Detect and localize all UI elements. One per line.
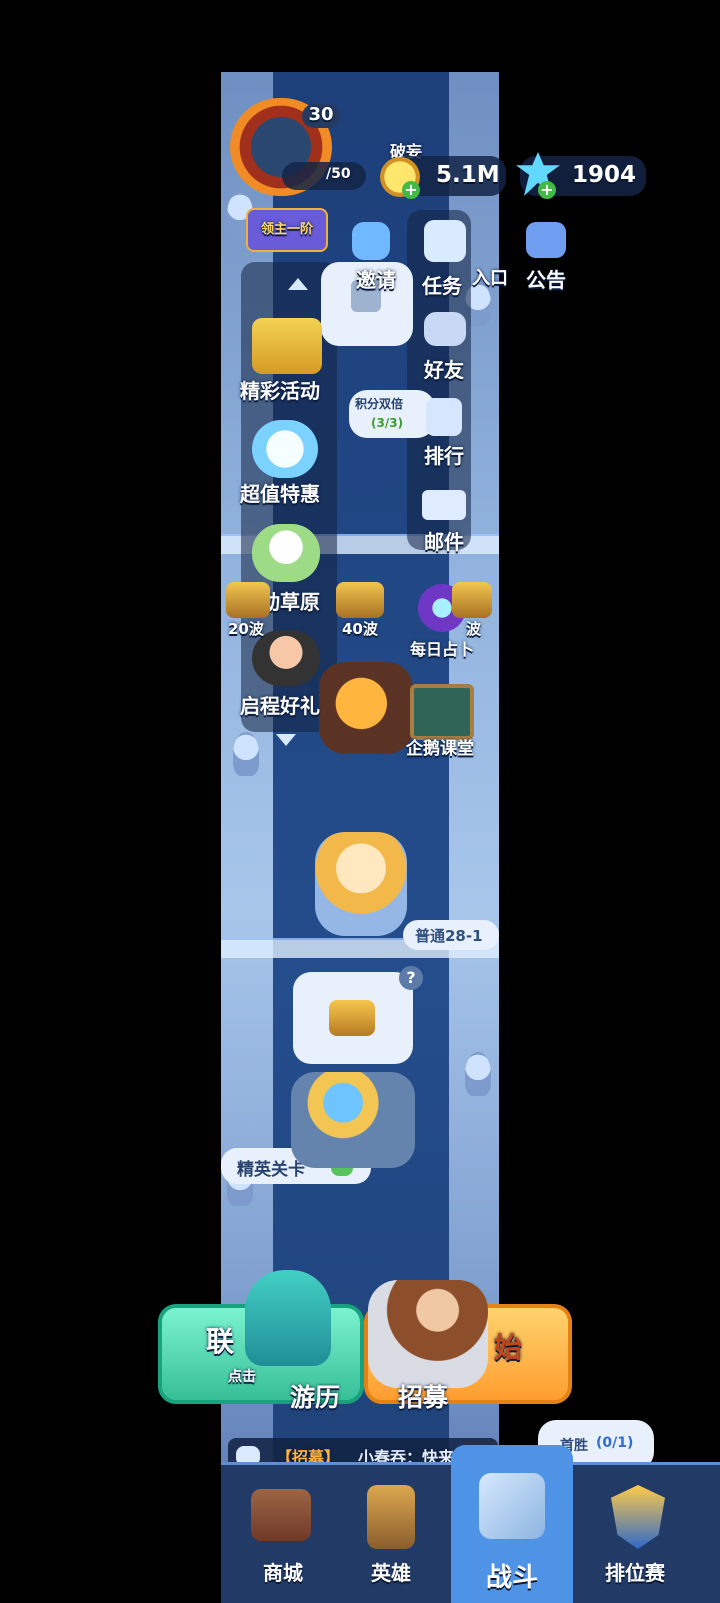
bottom-nav: 商城 英雄 战斗 排位赛 <box>221 1445 720 1603</box>
announcement-label: 公告 <box>526 268 566 292</box>
battle-swords-icon <box>479 1473 545 1539</box>
ranking-label: 排行 <box>424 444 464 468</box>
nav-hero[interactable]: 英雄 <box>339 1465 443 1603</box>
entrance-label: 入口 <box>472 268 508 289</box>
chest-icon <box>329 1000 375 1036</box>
shop-icon <box>251 1489 311 1541</box>
clock-icon[interactable] <box>252 420 318 478</box>
nav-ranked[interactable]: 排位赛 <box>583 1465 687 1603</box>
travel-label: 游历 <box>290 1383 341 1412</box>
zombie-miner-sprite <box>291 1072 415 1168</box>
wave-40-label: 40波 <box>342 620 378 638</box>
nav-shop[interactable]: 商城 <box>231 1465 335 1603</box>
invite-icon[interactable] <box>352 222 390 260</box>
nav-shop-label: 商城 <box>263 1561 303 1585</box>
invite-label: 邀请 <box>356 268 396 292</box>
mail-icon[interactable] <box>422 490 466 520</box>
wave-chest-40[interactable] <box>336 582 384 618</box>
daily-divination-label: 每日占卜 <box>410 640 475 659</box>
mail-label: 邮件 <box>424 530 464 554</box>
bargain-label: 超值特惠 <box>240 482 320 506</box>
chest-bubble[interactable]: ? <box>293 966 423 1064</box>
menu-up-arrow-icon[interactable] <box>288 278 308 290</box>
events-chest-icon[interactable] <box>252 318 322 374</box>
exp-text: /50 <box>326 166 351 182</box>
ranking-icon[interactable] <box>426 398 462 436</box>
wave-20-label: 20波 <box>228 620 264 638</box>
start-label: 始 <box>494 1331 523 1364</box>
announcement-icon[interactable] <box>526 222 566 258</box>
nav-ranked-label: 排位赛 <box>605 1561 665 1585</box>
friends-icon[interactable] <box>424 312 466 346</box>
gem-amount: 1904 <box>572 162 637 188</box>
double-points-title: 积分双倍 <box>355 397 404 411</box>
question-icon: ? <box>399 966 423 990</box>
recruit-hero-icon[interactable] <box>368 1280 488 1388</box>
wave-final-label: 波 <box>466 620 482 638</box>
elite-stage-label: 精英关卡 <box>237 1160 305 1180</box>
sheep-icon[interactable] <box>252 524 320 582</box>
wave-chest-20[interactable] <box>226 582 270 618</box>
wave-chest-final[interactable] <box>452 582 492 618</box>
gold-amount: 5.1M <box>436 162 500 188</box>
penguin-class-icon[interactable] <box>410 684 474 740</box>
events-label: 精彩活动 <box>240 379 320 403</box>
hero-card-icon <box>367 1485 415 1549</box>
lava-monster-sprite <box>319 662 413 754</box>
rank-badge[interactable]: 领主一阶 <box>246 208 328 252</box>
exp-bar <box>282 162 366 190</box>
recruit-label: 招募 <box>398 1383 449 1412</box>
balloon-icon[interactable] <box>245 1270 331 1366</box>
league-sub-label: 点击 <box>228 1369 256 1385</box>
current-stage: 普通28-1 <box>415 927 483 945</box>
stage-tag: 普通28-1 <box>403 920 499 950</box>
add-gem-icon[interactable]: + <box>538 181 556 199</box>
friends-label: 好友 <box>424 358 464 382</box>
snow-tree <box>233 732 259 776</box>
league-label: 联 <box>206 1325 235 1358</box>
nav-battle[interactable]: 战斗 <box>451 1445 573 1603</box>
penguin-class-label: 企鹅课堂 <box>406 739 474 759</box>
task-label: 任务 <box>422 274 462 298</box>
menu-down-arrow-icon[interactable] <box>276 734 296 746</box>
nav-battle-label: 战斗 <box>485 1563 538 1593</box>
nav-hero-label: 英雄 <box>371 1561 411 1585</box>
journey-gift-label: 启程好礼 <box>240 694 320 718</box>
first-win-progress: (0/1) <box>596 1435 634 1451</box>
double-points-progress: (3/3) <box>371 416 404 430</box>
task-icon[interactable] <box>424 220 466 262</box>
player-level: 30 <box>302 104 340 128</box>
add-gold-icon[interactable]: + <box>402 181 420 199</box>
hero-sprite <box>315 832 407 936</box>
snow-tree <box>465 1052 491 1096</box>
double-points-bubble[interactable]: 积分双倍 (3/3) <box>349 390 435 438</box>
ranked-shield-icon <box>611 1485 665 1549</box>
